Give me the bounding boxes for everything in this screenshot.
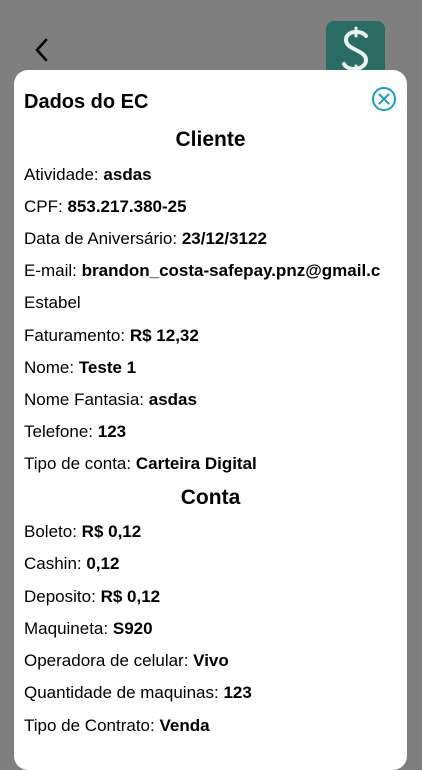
value: 123 — [223, 683, 252, 702]
label: Quantidade de maquinas: — [24, 683, 219, 702]
value: 23/12/3122 — [181, 229, 267, 248]
row-operadora: Operadora de celular: Vivo — [24, 650, 229, 672]
row-maquineta: Maquineta: S920 — [24, 618, 153, 640]
chevron-left-icon — [35, 38, 48, 62]
row-atividade: Atividade: asdas — [24, 164, 152, 186]
label: Telefone: — [24, 422, 93, 441]
value: Teste 1 — [78, 358, 137, 377]
label: Estabel — [24, 293, 81, 312]
label: Cashin: — [24, 554, 82, 573]
app-logo-icon — [341, 26, 368, 76]
row-boleto: Boleto: R$ 0,12 — [24, 521, 141, 543]
value: brandon_costa-safepay.pnz@gmail.c — [81, 261, 381, 280]
value: S920 — [112, 619, 153, 638]
label: Atividade: — [24, 165, 99, 184]
section-conta: Conta — [180, 486, 241, 509]
label: CPF: — [24, 197, 63, 216]
row-faturamento: Faturamento: R$ 12,32 — [24, 325, 199, 347]
row-nome-fantasia: Nome Fantasia: asdas — [24, 389, 197, 411]
label: Tipo de Contrato: — [24, 716, 155, 735]
modal-title: Dados do EC — [24, 91, 149, 113]
row-aniversario: Data de Aniversário: 23/12/3122 — [24, 228, 267, 250]
value: R$ 0,12 — [100, 587, 161, 606]
label: Deposito: — [24, 587, 96, 606]
row-telefone: Telefone: 123 — [24, 421, 126, 443]
value: Venda — [159, 716, 210, 735]
row-nome: Nome: Teste 1 — [24, 357, 136, 379]
row-quantidade: Quantidade de maquinas: 123 — [24, 682, 252, 704]
row-tipo-conta: Tipo de conta: Carteira Digital — [24, 453, 257, 475]
row-contrato: Tipo de Contrato: Venda — [24, 715, 210, 737]
ec-details-modal: Dados do EC Cliente Atividade: asdas CPF… — [14, 70, 407, 770]
value: asdas — [148, 390, 197, 409]
row-estabelecimento: Estabel — [24, 292, 86, 314]
value: 123 — [97, 422, 127, 441]
row-cashin: Cashin: 0,12 — [24, 553, 119, 575]
label: Maquineta: — [24, 619, 109, 638]
row-email: E-mail: brandon_costa-safepay.pnz@gmail.… — [24, 260, 380, 282]
value: Vivo — [193, 651, 229, 670]
back-button[interactable] — [30, 36, 54, 64]
value: R$ 0,12 — [81, 522, 142, 541]
close-circle-icon — [372, 87, 396, 111]
label: Nome: — [24, 358, 75, 377]
value: Carteira Digital — [135, 454, 257, 473]
label: Data de Aniversário: — [24, 229, 178, 248]
value: R$ 12,32 — [129, 326, 199, 345]
row-cpf: CPF: 853.217.380-25 — [24, 196, 187, 218]
value: asdas — [103, 165, 152, 184]
value: 0,12 — [86, 554, 120, 573]
label: Tipo de conta: — [24, 454, 132, 473]
top-bar — [0, 0, 422, 81]
row-deposito: Deposito: R$ 0,12 — [24, 586, 160, 608]
section-cliente: Cliente — [175, 128, 246, 151]
value: 853.217.380-25 — [67, 197, 187, 216]
label: E-mail: — [24, 261, 77, 280]
label: Boleto: — [24, 522, 77, 541]
label: Operadora de celular: — [24, 651, 189, 670]
label: Nome Fantasia: — [24, 390, 144, 409]
close-button[interactable] — [371, 86, 397, 112]
label: Faturamento: — [24, 326, 126, 345]
